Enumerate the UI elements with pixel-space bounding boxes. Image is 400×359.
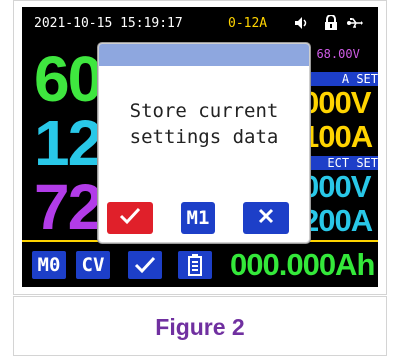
device-screen: 2021-10-15 15:19:17 0-12A 60 12 72: 68.…	[22, 7, 378, 287]
memory-chip[interactable]: M0	[32, 251, 66, 279]
protect-current[interactable]: 200A	[302, 205, 373, 237]
close-icon	[256, 206, 276, 231]
store-settings-dialog: Store current settings data M1	[98, 43, 310, 243]
dialog-message-line1: Store current	[129, 100, 279, 122]
confirm-button[interactable]	[107, 202, 153, 234]
dialog-message: Store current settings data	[99, 98, 309, 150]
protect-set-label: ECT SET	[302, 156, 378, 170]
memory-slot-button[interactable]: M1	[181, 202, 215, 234]
cancel-button[interactable]	[243, 202, 289, 234]
right-panel: : 68.00V A SET 000V 100A ECT SET 000V 20…	[302, 7, 378, 237]
figure-caption: Figure 2	[155, 314, 245, 340]
dialog-message-line2: settings data	[129, 126, 279, 148]
battery-icon[interactable]	[178, 251, 212, 279]
bottom-bar: M0 CV 000.000Ah	[22, 244, 378, 287]
datetime: 2021-10-15 15:19:17	[34, 16, 183, 31]
dialog-header	[99, 44, 309, 66]
caption-box: Figure 2	[13, 296, 387, 356]
mode-chip[interactable]: CV	[76, 251, 110, 279]
energy-reading: 000.000Ah	[230, 247, 375, 282]
protect-voltage[interactable]: 000V	[302, 171, 371, 203]
current-reading: 12	[34, 107, 103, 179]
input-voltage: : 68.00V	[302, 47, 360, 61]
check-icon	[118, 206, 142, 231]
power-reading: 72	[34, 171, 103, 243]
set-voltage[interactable]: 000V	[302, 87, 371, 119]
current-range: 0-12A	[228, 16, 268, 31]
voltage-reading: 60	[34, 43, 103, 115]
check-icon[interactable]	[128, 251, 162, 279]
set-current[interactable]: 100A	[302, 121, 373, 153]
set-label: A SET	[302, 72, 378, 86]
